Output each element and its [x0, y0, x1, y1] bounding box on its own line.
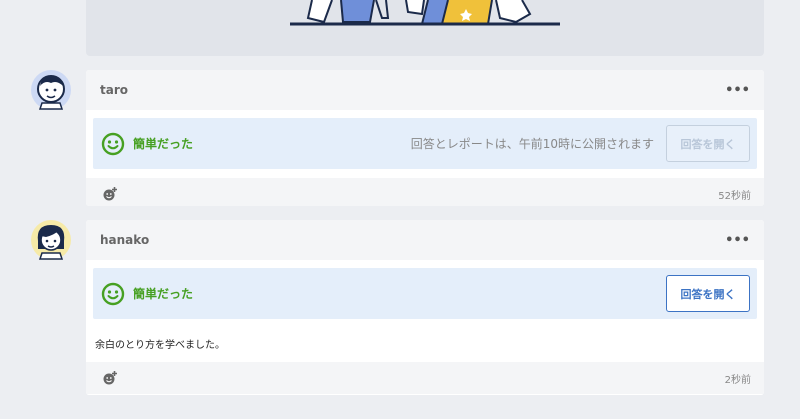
smiley-icon — [101, 132, 125, 155]
ellipsis-icon[interactable]: ••• — [725, 233, 750, 248]
username[interactable]: taro — [100, 83, 128, 97]
smiley-icon — [101, 282, 125, 305]
avatar-hanako[interactable] — [30, 219, 72, 261]
post-footer: 2秒前 — [86, 362, 764, 394]
ellipsis-icon[interactable]: ••• — [725, 83, 750, 98]
post-footer: 52秒前 — [86, 178, 764, 206]
people-at-laptops-illustration — [290, 0, 560, 26]
post-header: hanako ••• — [86, 220, 764, 260]
result-label: 簡単だった — [133, 137, 194, 151]
hero-illustration — [86, 0, 764, 56]
add-reaction-icon[interactable] — [102, 186, 118, 202]
result-band: 簡単だった 回答を開く — [93, 268, 757, 319]
avatar-taro[interactable] — [30, 69, 72, 111]
result-band: 簡単だった 回答とレポートは、午前10時に公開されます 回答を開く — [93, 118, 757, 169]
result-label: 簡単だった — [133, 287, 194, 301]
publish-notice: 回答とレポートは、午前10時に公開されます — [410, 137, 654, 151]
open-answer-button[interactable]: 回答を開く — [666, 125, 750, 162]
username[interactable]: hanako — [100, 233, 149, 247]
add-reaction-icon[interactable] — [102, 370, 118, 386]
timestamp: 2秒前 — [724, 374, 751, 386]
open-answer-button[interactable]: 回答を開く — [666, 275, 750, 312]
timestamp: 52秒前 — [718, 190, 751, 202]
post-header: taro ••• — [86, 70, 764, 110]
comment-text: 余白のとり方を学べました。 — [95, 340, 225, 351]
post-card: hanako ••• 簡単だった 回答を開く 余白のとり方を学べました。 2秒前 — [86, 220, 764, 395]
post-card: taro ••• 簡単だった 回答とレポートは、午前10時に公開されます 回答を… — [86, 70, 764, 206]
